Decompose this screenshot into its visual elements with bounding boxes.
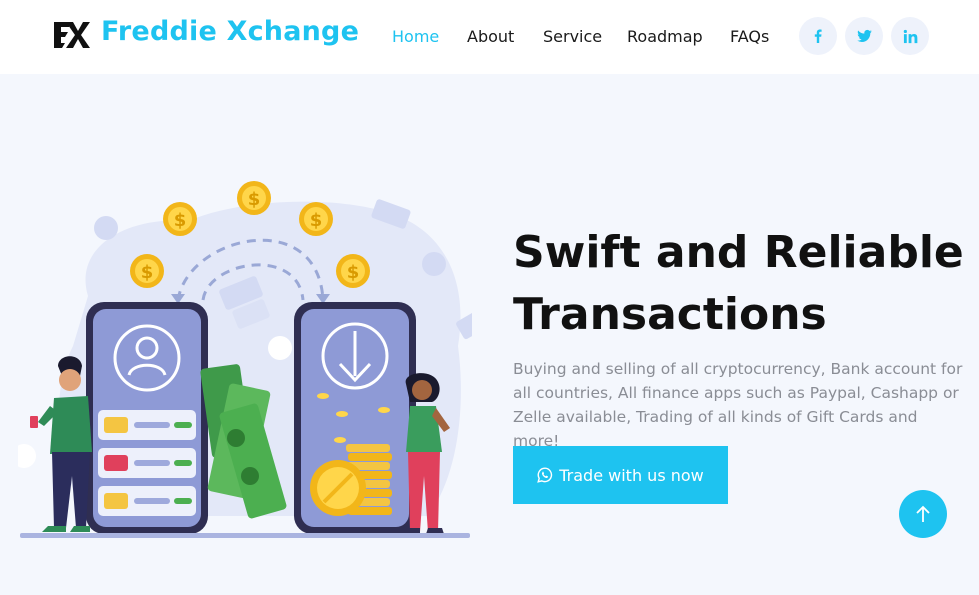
coin-icon: $ <box>163 202 197 236</box>
coin-icon: $ <box>336 254 370 288</box>
svg-text:$: $ <box>248 189 261 210</box>
svg-text:$: $ <box>141 262 154 283</box>
linkedin-button[interactable] <box>891 17 929 55</box>
trade-with-us-label: Trade with us now <box>559 465 704 485</box>
nav-link-faqs[interactable]: FAQs <box>730 27 769 49</box>
hero-headline-line1: Swift and Reliable <box>513 227 964 278</box>
brand-name[interactable]: Freddie Xchange <box>101 16 359 47</box>
fx-logo-icon[interactable] <box>52 20 90 50</box>
facebook-button[interactable] <box>799 17 837 55</box>
coin-icon: $ <box>237 181 271 215</box>
linkedin-icon <box>903 29 917 43</box>
svg-text:$: $ <box>347 262 360 283</box>
hero-illustration: $ $ $ $ $ <box>18 181 472 538</box>
svg-text:$: $ <box>310 210 323 231</box>
coin-icon: $ <box>130 254 164 288</box>
twitter-button[interactable] <box>845 17 883 55</box>
hero-description: Buying and selling of all cryptocurrency… <box>513 360 963 450</box>
coin-icon: $ <box>299 202 333 236</box>
svg-text:$: $ <box>174 210 187 231</box>
scroll-to-top-button[interactable] <box>899 490 947 538</box>
nav-link-home[interactable]: Home <box>392 27 439 49</box>
nav-link-roadmap[interactable]: Roadmap <box>627 27 703 49</box>
arrow-up-icon <box>916 505 930 522</box>
nav-link-service[interactable]: Service <box>543 27 602 49</box>
twitter-icon <box>856 29 872 42</box>
whatsapp-icon <box>537 467 553 483</box>
hero-headline-line2: Transactions <box>513 289 827 340</box>
site-header: Freddie Xchange Home About Service Roadm… <box>0 0 979 74</box>
hero-headline: Swift and Reliable Transactions <box>513 222 973 346</box>
facebook-icon <box>814 29 822 43</box>
nav-link-about[interactable]: About <box>467 27 514 49</box>
trade-with-us-button[interactable]: Trade with us now <box>513 446 728 504</box>
